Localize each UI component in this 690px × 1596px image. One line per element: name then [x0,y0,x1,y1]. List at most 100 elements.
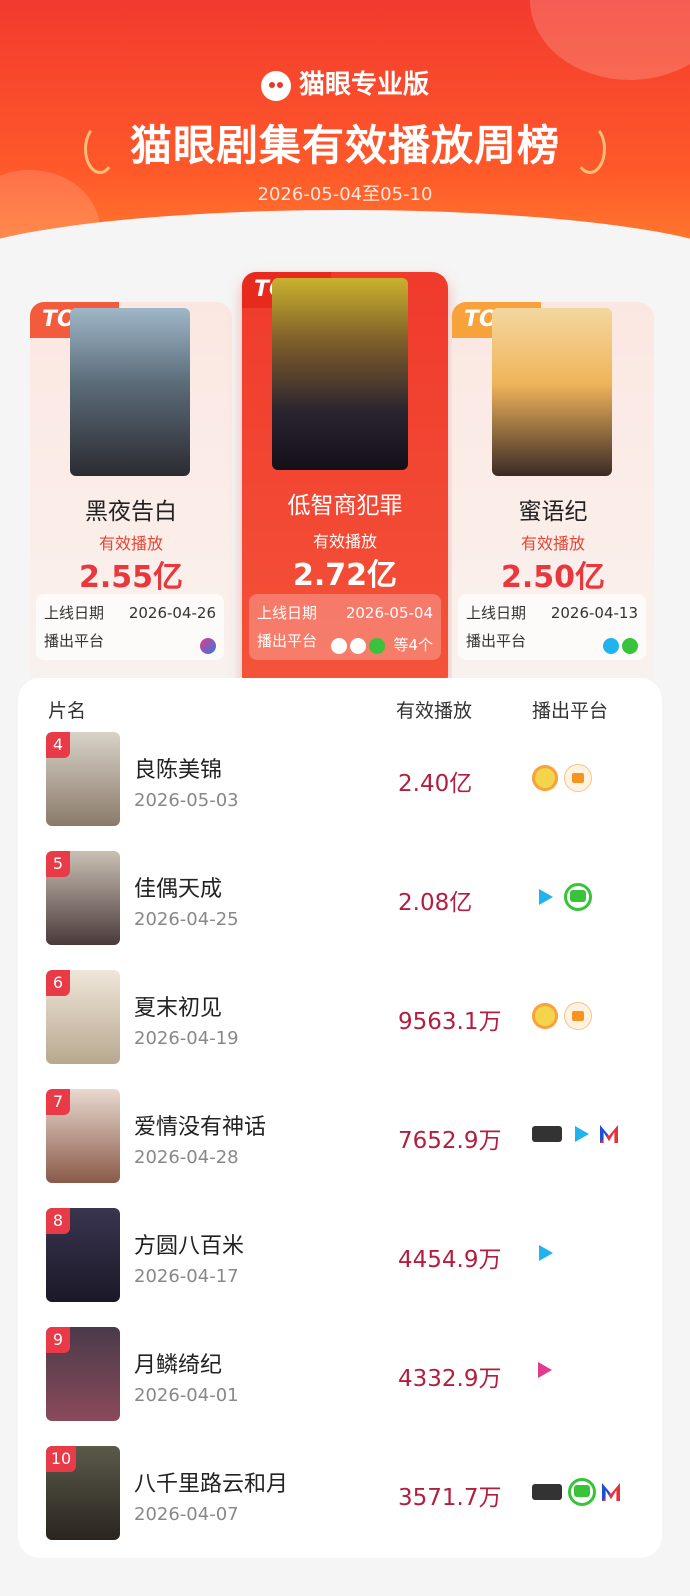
show-title: 爱情没有神话 [134,1115,267,1140]
iqiyi-icon [568,1478,596,1506]
top3-title: 蜜语纪 [518,499,588,525]
play-count: 7652.9万 [398,1128,502,1154]
poster-thumb[interactable]: 4 [46,732,120,826]
list-item[interactable]: 10 八千里路云和月 2026-04-07 3571.7万 [18,1446,662,1565]
rank-badge: 8 [46,1208,70,1234]
show-title: 良陈美锦 [134,758,223,783]
header-name: 片名 [48,700,87,722]
list-item[interactable]: 7 爱情没有神话 2026-04-28 7652.9万 [18,1089,662,1208]
rank-badge: 9 [46,1327,70,1353]
top2-value: 2.55亿 [78,560,184,595]
brand: 猫眼专业版 [0,64,690,101]
top3-info: 上线日期 2026-04-13 播出平台 [458,594,646,660]
top1-info: 上线日期 2026-05-04 播出平台 等4个 [249,594,441,660]
page-title: 猫眼剧集有效播放周榜 [0,112,690,174]
youku-icon [532,765,558,791]
play-count: 2.40亿 [398,771,473,797]
release-date: 2026-04-26 [128,604,216,622]
header-metric: 有效播放 [396,700,473,722]
mgtv-icon [564,1002,592,1030]
poster-thumb[interactable]: 6 [46,970,120,1064]
release-label: 上线日期 [257,604,318,622]
rank-badge: 6 [46,970,70,996]
poster-thumb[interactable]: 7 [46,1089,120,1183]
rank-badge: 7 [46,1089,70,1115]
play-count: 9563.1万 [398,1009,502,1035]
top1-metric-label: 有效播放 [312,532,377,551]
iqiyi-icon [564,883,592,911]
top3-card[interactable]: TOP3 蜜语纪 有效播放 2.50亿 上线日期2026-04-13 播出平台 [452,302,654,692]
poster-thumb[interactable]: 10 [46,1446,120,1540]
play-count: 2.08亿 [398,890,473,916]
release-date: 2026-04-01 [134,1385,239,1406]
platform-label: 播出平台 [466,632,527,650]
top1-card[interactable]: TOP1 低智商犯罪 有效播放 2.72亿 上线日期2026-05-04 播出平… [242,272,448,692]
top2-title: 黑夜告白 [85,499,177,525]
show-title: 八千里路云和月 [134,1472,289,1497]
list-item[interactable]: 4 良陈美锦 2026-05-03 2.40亿 [18,732,662,851]
platform-more: 等4个 [393,636,433,654]
platform-label: 播出平台 [44,632,105,650]
play-count: 4454.9万 [398,1247,502,1273]
poster-thumb[interactable]: 8 [46,1208,120,1302]
header-platform: 播出平台 [532,700,609,722]
play-count: 3571.7万 [398,1485,502,1511]
tencent-video-icon [603,637,619,654]
mgtv-icon [564,764,592,792]
tencent-video-icon [532,884,558,910]
list-item[interactable]: 6 夏末初见 2026-04-19 9563.1万 [18,970,662,1089]
rank-badge: 4 [46,732,70,758]
poster-thumb[interactable]: 9 [46,1327,120,1421]
youku-play-icon [532,1359,558,1385]
migu-icon [600,1125,618,1143]
poster-image[interactable] [492,308,612,476]
show-title: 夏末初见 [134,996,223,1021]
tencent-video-icon [568,1121,594,1147]
poster-thumb[interactable]: 5 [46,851,120,945]
iqiyi-icon [622,637,638,654]
top1-value: 2.72亿 [292,558,398,593]
tencent-video-icon [349,637,366,654]
maoyan-logo-icon [260,70,291,101]
release-label: 上线日期 [44,604,105,622]
play-count: 4332.9万 [398,1366,502,1392]
youku-icon [532,1003,558,1029]
release-date: 2026-04-07 [134,1504,239,1525]
top2-metric-label: 有效播放 [98,534,163,553]
date-range: 2026-05-04至05-10 [257,184,433,205]
release-date: 2026-05-04 [345,604,433,622]
migu-icon [602,1483,620,1501]
brand-name: 猫眼专业版 [298,70,429,100]
show-title: 佳偶天成 [134,877,223,902]
top3-metric-label: 有效播放 [520,534,585,553]
release-date: 2026-04-25 [134,909,239,930]
release-label: 上线日期 [466,604,527,622]
top3-value: 2.50亿 [500,560,606,595]
cctv-icon [532,1126,562,1142]
cctv-icon [532,1484,562,1500]
header-curve [0,210,690,250]
release-date: 2026-04-13 [550,604,638,622]
page-title-text: 猫眼剧集有效播放周榜 [129,121,560,170]
laurel-right-icon [574,123,606,174]
release-date: 2026-04-19 [134,1028,239,1049]
youku-icon [330,637,347,654]
tencent-video-icon [532,1240,558,1266]
show-title: 方圆八百米 [134,1234,245,1259]
iqiyi-icon [368,637,385,654]
laurel-left-icon [83,123,116,174]
top1-title: 低智商犯罪 [287,493,403,519]
rank-badge: 5 [46,851,70,877]
rank-badge: 10 [46,1446,76,1472]
release-date: 2026-05-03 [134,790,239,811]
youku-icon [200,637,216,654]
platform-label: 播出平台 [257,632,318,650]
list-item[interactable]: 8 方圆八百米 2026-04-17 4454.9万 [18,1208,662,1327]
top2-card[interactable]: TOP2 黑夜告白 有效播放 2.55亿 上线日期2026-04-26 播出平台 [30,302,232,692]
top2-info: 上线日期 2026-04-26 播出平台 [36,594,224,660]
release-date: 2026-04-28 [134,1147,239,1168]
list-item[interactable]: 5 佳偶天成 2026-04-25 2.08亿 [18,851,662,970]
poster-image[interactable] [272,278,408,470]
list-item[interactable]: 9 月鳞绮纪 2026-04-01 4332.9万 [18,1327,662,1446]
poster-image[interactable] [70,308,190,476]
